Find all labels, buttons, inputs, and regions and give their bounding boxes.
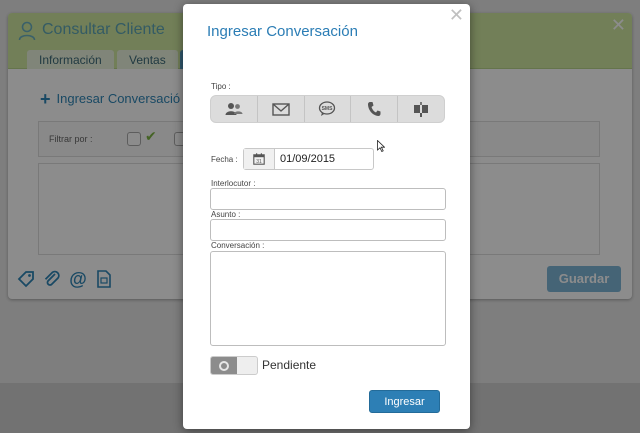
pendiente-label: Pendiente	[262, 358, 317, 372]
tipo-label: Tipo :	[211, 82, 231, 91]
calendar-icon[interactable]: 31	[244, 149, 275, 169]
fecha-date-picker: 31	[243, 148, 374, 170]
envelope-icon	[271, 102, 290, 116]
type-contact-button[interactable]	[211, 96, 258, 122]
type-mailbox-button[interactable]	[398, 96, 444, 122]
pendiente-toggle[interactable]	[210, 356, 258, 375]
ingresar-button[interactable]: Ingresar	[369, 390, 440, 413]
toggle-ring-icon	[219, 360, 229, 371]
phone-icon	[368, 102, 381, 116]
fecha-label: Fecha :	[211, 155, 238, 164]
sms-icon: SMS	[319, 101, 336, 116]
asunto-input[interactable]	[210, 219, 446, 241]
conversacion-label: Conversación :	[211, 241, 265, 250]
modal-title: Ingresar Conversación	[207, 23, 358, 40]
interlocutor-label: Interlocutor :	[211, 179, 256, 188]
conversation-type-selector: SMS	[210, 95, 445, 123]
ingresar-conversacion-modal: ✕ Ingresar Conversación Tipo : SMS Fecha…	[183, 4, 470, 429]
mailbox-icon	[414, 102, 429, 117]
conversacion-textarea[interactable]	[210, 251, 446, 346]
svg-text:SMS: SMS	[322, 106, 334, 112]
close-icon[interactable]: ✕	[449, 5, 464, 26]
asunto-label: Asunto :	[211, 210, 241, 219]
svg-text:31: 31	[256, 159, 262, 165]
mouse-cursor-icon	[377, 140, 385, 152]
fecha-input[interactable]	[275, 149, 373, 169]
interlocutor-input[interactable]	[210, 188, 446, 210]
toggle-knob	[211, 357, 237, 374]
type-sms-button[interactable]: SMS	[305, 96, 352, 122]
type-email-button[interactable]	[258, 96, 305, 122]
contact-icon	[225, 103, 243, 115]
type-phone-button[interactable]	[351, 96, 399, 122]
